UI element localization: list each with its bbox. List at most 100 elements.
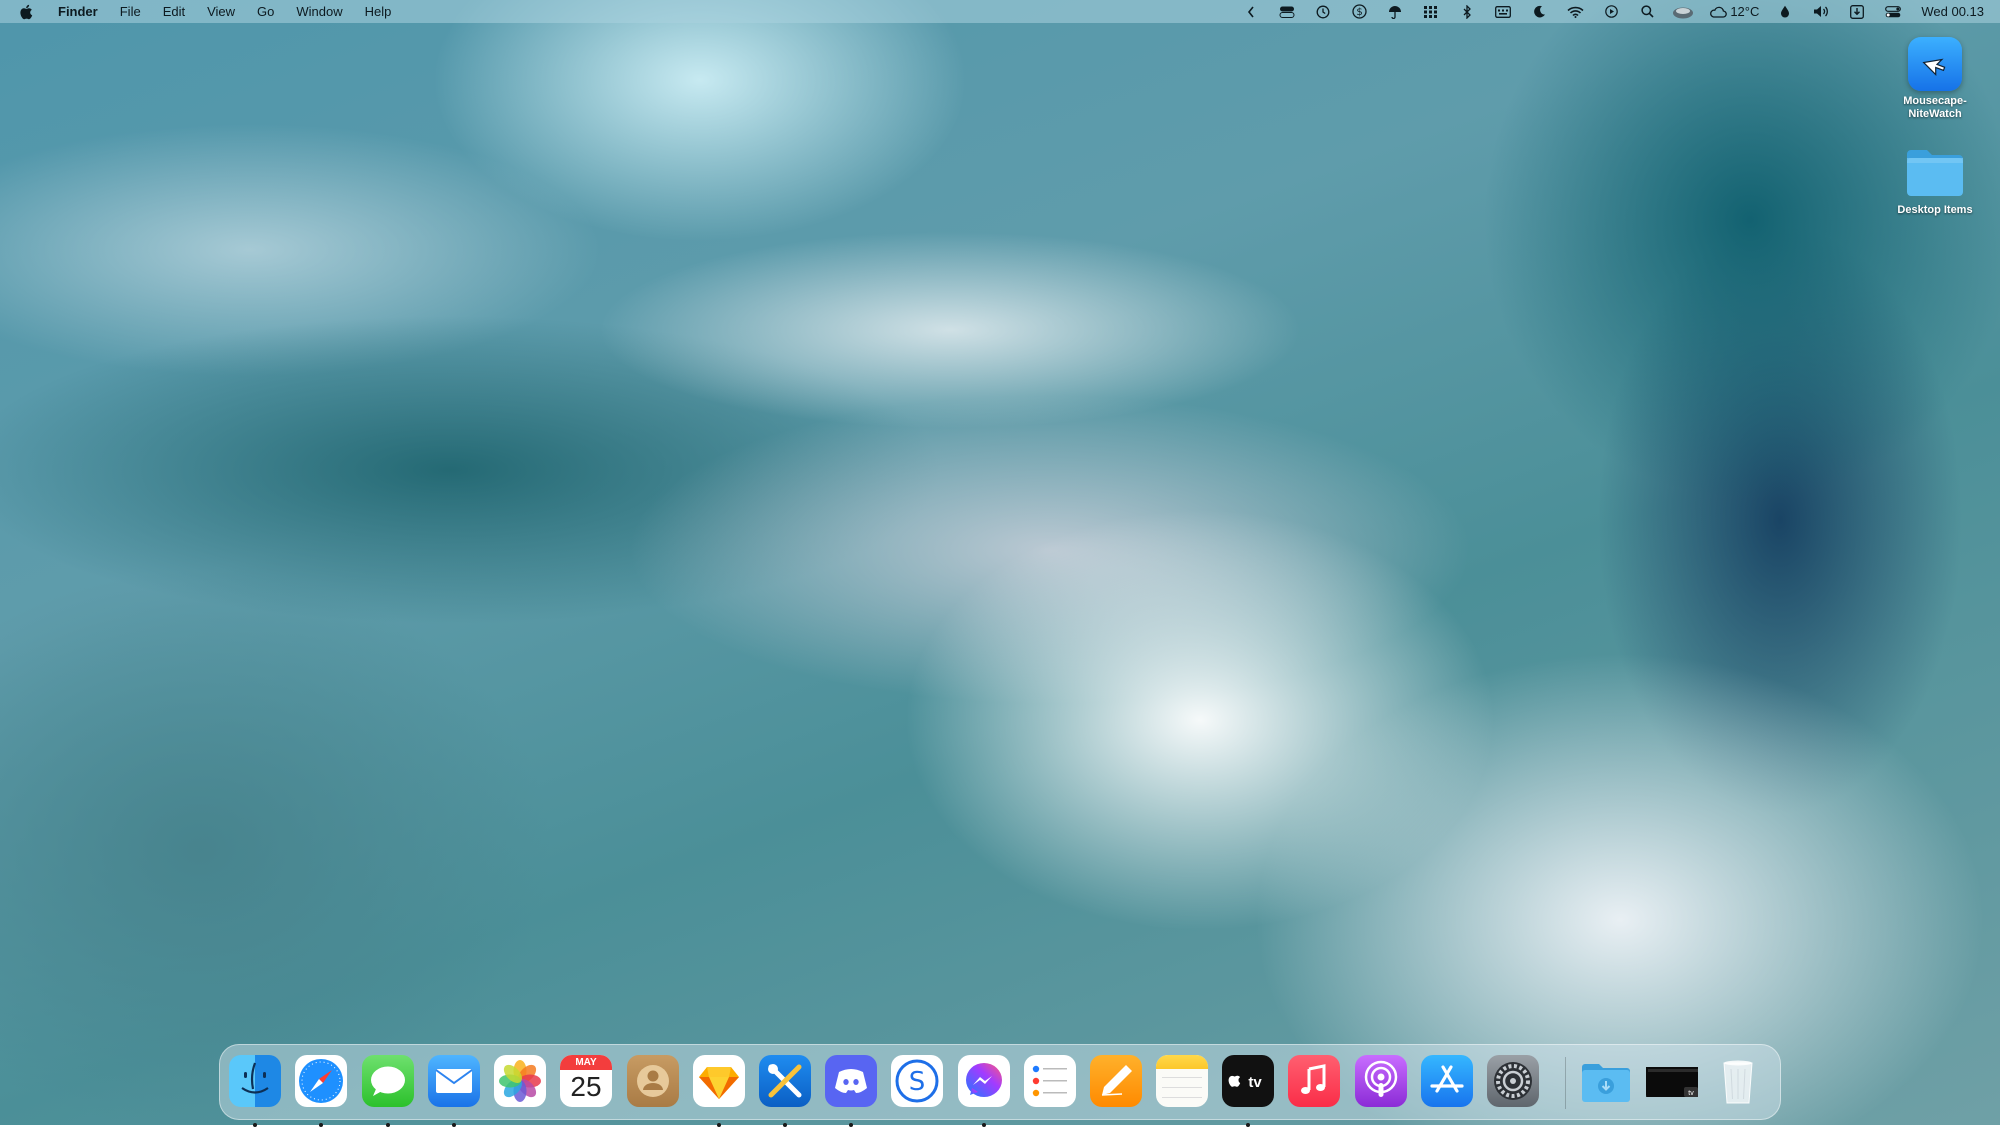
control-center-icon[interactable] — [1875, 0, 1911, 23]
running-indicator — [386, 1123, 390, 1127]
photos-icon — [494, 1055, 546, 1107]
running-indicator — [717, 1123, 721, 1127]
tv-label: tv — [1248, 1074, 1262, 1091]
dock-reminders[interactable] — [1022, 1053, 1078, 1109]
dock-calendar[interactable]: MAY 25 — [558, 1053, 614, 1109]
dock-app-store[interactable] — [1419, 1053, 1475, 1109]
safari-icon — [295, 1055, 347, 1107]
time-machine-icon[interactable] — [1305, 0, 1341, 23]
discord-icon — [825, 1055, 877, 1107]
menu-help[interactable]: Help — [354, 0, 403, 23]
app-store-icon — [1421, 1055, 1473, 1107]
dock-system-settings[interactable] — [1485, 1053, 1541, 1109]
finder-icon — [229, 1055, 281, 1107]
dock-contacts[interactable] — [625, 1053, 681, 1109]
shazam-icon: S — [891, 1055, 943, 1107]
dock-messages[interactable] — [360, 1053, 416, 1127]
running-indicator — [849, 1123, 853, 1127]
dock-music[interactable] — [1286, 1053, 1342, 1109]
moon-icon[interactable] — [1521, 0, 1557, 23]
running-indicator — [1246, 1123, 1250, 1127]
running-indicator — [452, 1123, 456, 1127]
music-icon — [1288, 1055, 1340, 1107]
messenger-icon — [958, 1055, 1010, 1107]
dock-photos[interactable] — [492, 1053, 548, 1109]
download-icon[interactable] — [1839, 0, 1875, 23]
dock: MAY 25 S tv tv — [219, 1044, 1781, 1127]
menu-view[interactable]: View — [196, 0, 246, 23]
trash-icon — [1712, 1055, 1764, 1107]
apple-tv-icon: tv — [1222, 1055, 1274, 1107]
weather-temperature: 12°C — [1730, 4, 1760, 19]
apple-menu-icon[interactable] — [16, 4, 36, 20]
calendar-icon: MAY 25 — [560, 1055, 612, 1107]
cloud-icon — [1710, 6, 1728, 18]
running-indicator — [982, 1123, 986, 1127]
currency-icon[interactable]: $ — [1341, 0, 1377, 23]
podcasts-icon — [1355, 1055, 1407, 1107]
play-icon[interactable] — [1593, 0, 1629, 23]
dock-mail[interactable] — [426, 1053, 482, 1127]
dock-xcode-tools[interactable] — [757, 1053, 813, 1127]
mousecape-app-icon — [1908, 37, 1962, 91]
weather-status[interactable]: 12°C — [1701, 0, 1767, 23]
calendar-month: MAY — [560, 1055, 612, 1070]
dock-finder[interactable] — [227, 1053, 283, 1127]
volume-icon[interactable] — [1803, 0, 1839, 23]
dock-shazam[interactable]: S — [889, 1053, 945, 1109]
menu-window[interactable]: Window — [285, 0, 353, 23]
drop-icon[interactable] — [1767, 0, 1803, 23]
dock-trash[interactable] — [1710, 1053, 1766, 1109]
mail-icon — [428, 1055, 480, 1107]
wifi-icon[interactable] — [1557, 0, 1593, 23]
svg-text:$: $ — [1356, 7, 1362, 18]
running-indicator — [783, 1123, 787, 1127]
dock-separator — [1565, 1057, 1566, 1109]
menu-edit[interactable]: Edit — [152, 0, 196, 23]
messages-icon — [362, 1055, 414, 1107]
folder-icon — [1904, 146, 1966, 200]
screen-thumbnail-icon: tv — [1646, 1055, 1698, 1107]
running-indicator — [253, 1123, 257, 1127]
sketch-icon — [693, 1055, 745, 1107]
toggle-icon[interactable] — [1269, 0, 1305, 23]
umbrella-icon[interactable] — [1377, 0, 1413, 23]
grid-icon[interactable] — [1413, 0, 1449, 23]
downloads-folder-icon — [1580, 1055, 1632, 1107]
chevron-left-icon[interactable] — [1233, 0, 1269, 23]
menu-clock[interactable]: Wed 00.13 — [1911, 4, 1984, 19]
dock-messenger[interactable] — [956, 1053, 1012, 1127]
menu-file[interactable]: File — [109, 0, 152, 23]
notes-icon — [1156, 1055, 1208, 1107]
dock-safari[interactable] — [293, 1053, 349, 1127]
contacts-icon — [627, 1055, 679, 1107]
menu-bar: Finder File Edit View Go Window Help $ 1… — [0, 0, 2000, 23]
dock-sketch[interactable] — [691, 1053, 747, 1127]
dock-apple-tv[interactable]: tv — [1220, 1053, 1276, 1127]
pages-icon — [1090, 1055, 1142, 1107]
desktop-wallpaper — [0, 0, 2000, 1125]
menu-app-name[interactable]: Finder — [50, 0, 109, 23]
gear-icon — [1487, 1055, 1539, 1107]
dock-downloads-stack[interactable] — [1578, 1053, 1634, 1109]
dock-podcasts[interactable] — [1353, 1053, 1409, 1109]
bluetooth-icon[interactable] — [1449, 0, 1485, 23]
calendar-day: 25 — [570, 1071, 602, 1102]
desktop-item-label: Desktop Items — [1897, 204, 1973, 216]
dock-discord[interactable] — [823, 1053, 879, 1127]
weather-app-icon[interactable] — [1665, 0, 1701, 23]
desktop-item-folder[interactable]: Desktop Items — [1883, 146, 1987, 217]
desktop-item-label: Mousecape-NiteWatch — [1903, 95, 1967, 120]
keyboard-icon[interactable] — [1485, 0, 1521, 23]
desktop-item-mousecape[interactable]: Mousecape-NiteWatch — [1883, 37, 1987, 121]
tools-icon — [759, 1055, 811, 1107]
reminders-icon — [1024, 1055, 1076, 1107]
search-icon[interactable] — [1629, 0, 1665, 23]
dock-screen-stack[interactable]: tv — [1644, 1053, 1700, 1109]
svg-text:tv: tv — [1688, 1090, 1694, 1097]
dock-pages[interactable] — [1088, 1053, 1144, 1109]
running-indicator — [319, 1123, 323, 1127]
menu-go[interactable]: Go — [246, 0, 285, 23]
dock-notes[interactable] — [1154, 1053, 1210, 1109]
svg-text:S: S — [909, 1067, 926, 1097]
